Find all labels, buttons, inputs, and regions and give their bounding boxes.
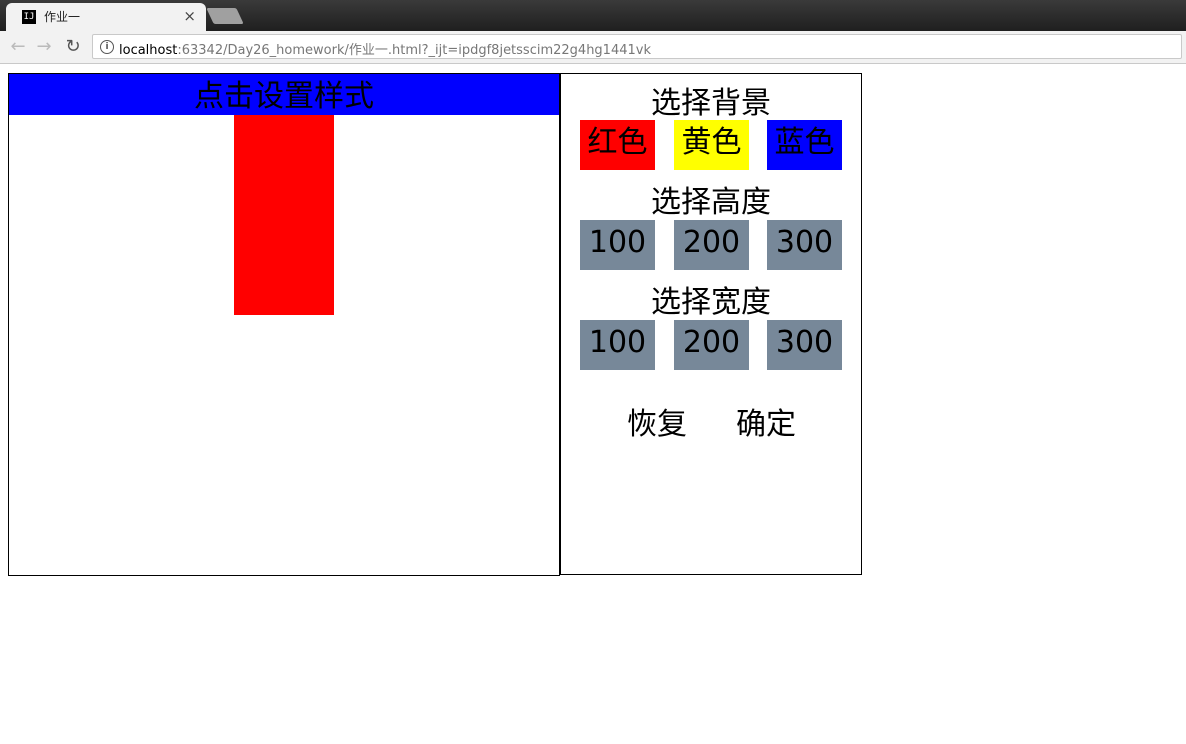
- height-300-option[interactable]: 300: [767, 220, 842, 270]
- url-path: :63342/Day26_homework/作业一.html?_ijt=ipdg…: [177, 43, 651, 58]
- preview-panel: 点击设置样式: [8, 73, 560, 576]
- width-100-option[interactable]: 100: [580, 320, 655, 370]
- browser-toolbar: ← → ↻ i localhost:63342/Day26_homework/作…: [0, 31, 1186, 64]
- height-200-option[interactable]: 200: [674, 220, 749, 270]
- url-host: localhost: [119, 43, 178, 58]
- height-section-title: 选择高度: [651, 185, 771, 220]
- intellij-favicon-icon: IJ: [22, 10, 36, 24]
- new-tab-button[interactable]: [206, 8, 244, 24]
- confirm-button[interactable]: 确定: [736, 399, 796, 443]
- bg-yellow-option[interactable]: 黄色: [674, 120, 749, 170]
- browser-tabstrip: IJ 作业一 ×: [0, 0, 1186, 31]
- style-controls-panel: 选择背景 红色 黄色 蓝色 选择高度 100 200 300 选择宽度 100 …: [560, 73, 862, 575]
- tab-close-icon[interactable]: ×: [183, 7, 196, 25]
- back-arrow-icon[interactable]: ←: [8, 36, 28, 58]
- background-section-title: 选择背景: [651, 86, 771, 121]
- url-text[interactable]: localhost:63342/Day26_homework/作业一.html?…: [119, 39, 651, 58]
- preview-box: [234, 115, 334, 315]
- bg-blue-option[interactable]: 蓝色: [767, 120, 842, 170]
- width-200-option[interactable]: 200: [674, 320, 749, 370]
- reload-icon[interactable]: ↻: [63, 36, 83, 58]
- width-300-option[interactable]: 300: [767, 320, 842, 370]
- info-icon[interactable]: i: [100, 40, 114, 54]
- forward-arrow-icon[interactable]: →: [34, 36, 54, 58]
- browser-tab[interactable]: IJ 作业一 ×: [6, 3, 206, 31]
- width-section-title: 选择宽度: [651, 285, 771, 320]
- tab-title: 作业一: [44, 10, 81, 24]
- reset-button[interactable]: 恢复: [627, 399, 687, 443]
- height-100-option[interactable]: 100: [580, 220, 655, 270]
- set-style-banner[interactable]: 点击设置样式: [9, 74, 559, 115]
- bg-red-option[interactable]: 红色: [580, 120, 655, 170]
- address-bar[interactable]: i localhost:63342/Day26_homework/作业一.htm…: [92, 34, 1182, 59]
